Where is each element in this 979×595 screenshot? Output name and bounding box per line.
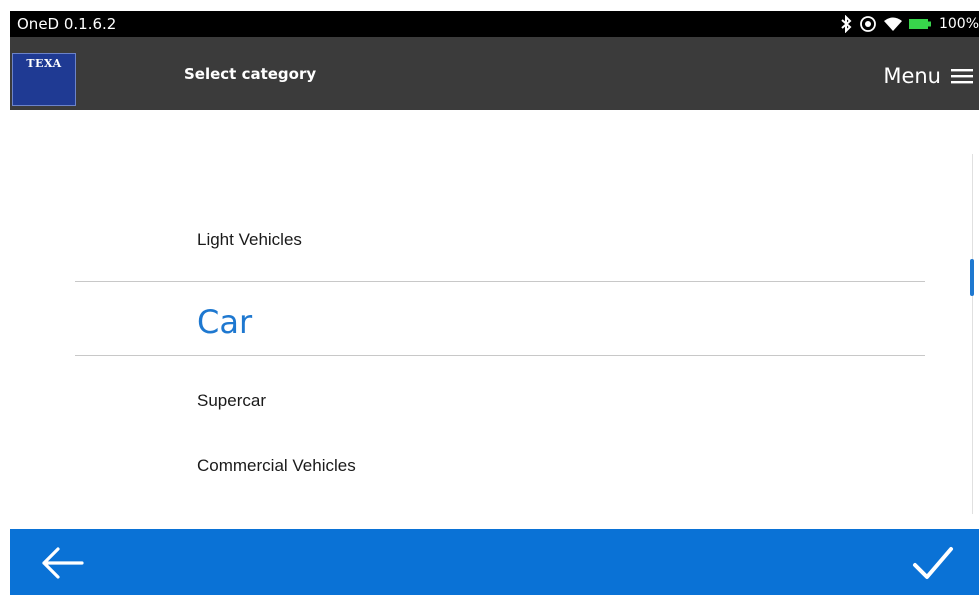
menu-button[interactable]: Menu xyxy=(883,59,973,93)
status-icons: 100% xyxy=(839,13,979,35)
confirm-button[interactable] xyxy=(909,543,957,583)
app-header: TEXA Select category Menu xyxy=(10,37,979,110)
bottom-action-bar xyxy=(10,529,979,595)
selection-divider-bottom xyxy=(75,355,925,356)
list-item-car-selected[interactable]: Car xyxy=(197,303,252,341)
scrollbar-track xyxy=(972,154,973,514)
logo-text: TEXA xyxy=(26,57,62,70)
texa-logo: TEXA xyxy=(12,53,76,106)
scrollbar-thumb[interactable] xyxy=(970,259,974,296)
hamburger-icon xyxy=(951,69,973,84)
battery-percentage: 100% xyxy=(938,16,979,32)
status-bar: OneD 0.1.6.2 100% xyxy=(10,11,979,37)
wifi-icon xyxy=(883,17,902,31)
location-icon xyxy=(860,16,876,32)
bluetooth-icon xyxy=(841,15,852,33)
battery-icon xyxy=(908,19,931,29)
app-version: OneD 0.1.6.2 xyxy=(17,15,117,33)
menu-label: Menu xyxy=(883,64,941,88)
list-item-light-vehicles[interactable]: Light Vehicles xyxy=(197,230,302,250)
selection-divider-top xyxy=(75,281,925,282)
arrow-left-icon xyxy=(42,547,84,579)
page-title: Select category xyxy=(184,65,317,83)
checkmark-icon xyxy=(913,547,953,579)
back-button[interactable] xyxy=(38,545,86,581)
category-list[interactable]: Light Vehicles Car Supercar Commercial V… xyxy=(0,110,979,529)
list-item-supercar[interactable]: Supercar xyxy=(197,391,266,411)
list-item-commercial-vehicles[interactable]: Commercial Vehicles xyxy=(197,456,356,476)
